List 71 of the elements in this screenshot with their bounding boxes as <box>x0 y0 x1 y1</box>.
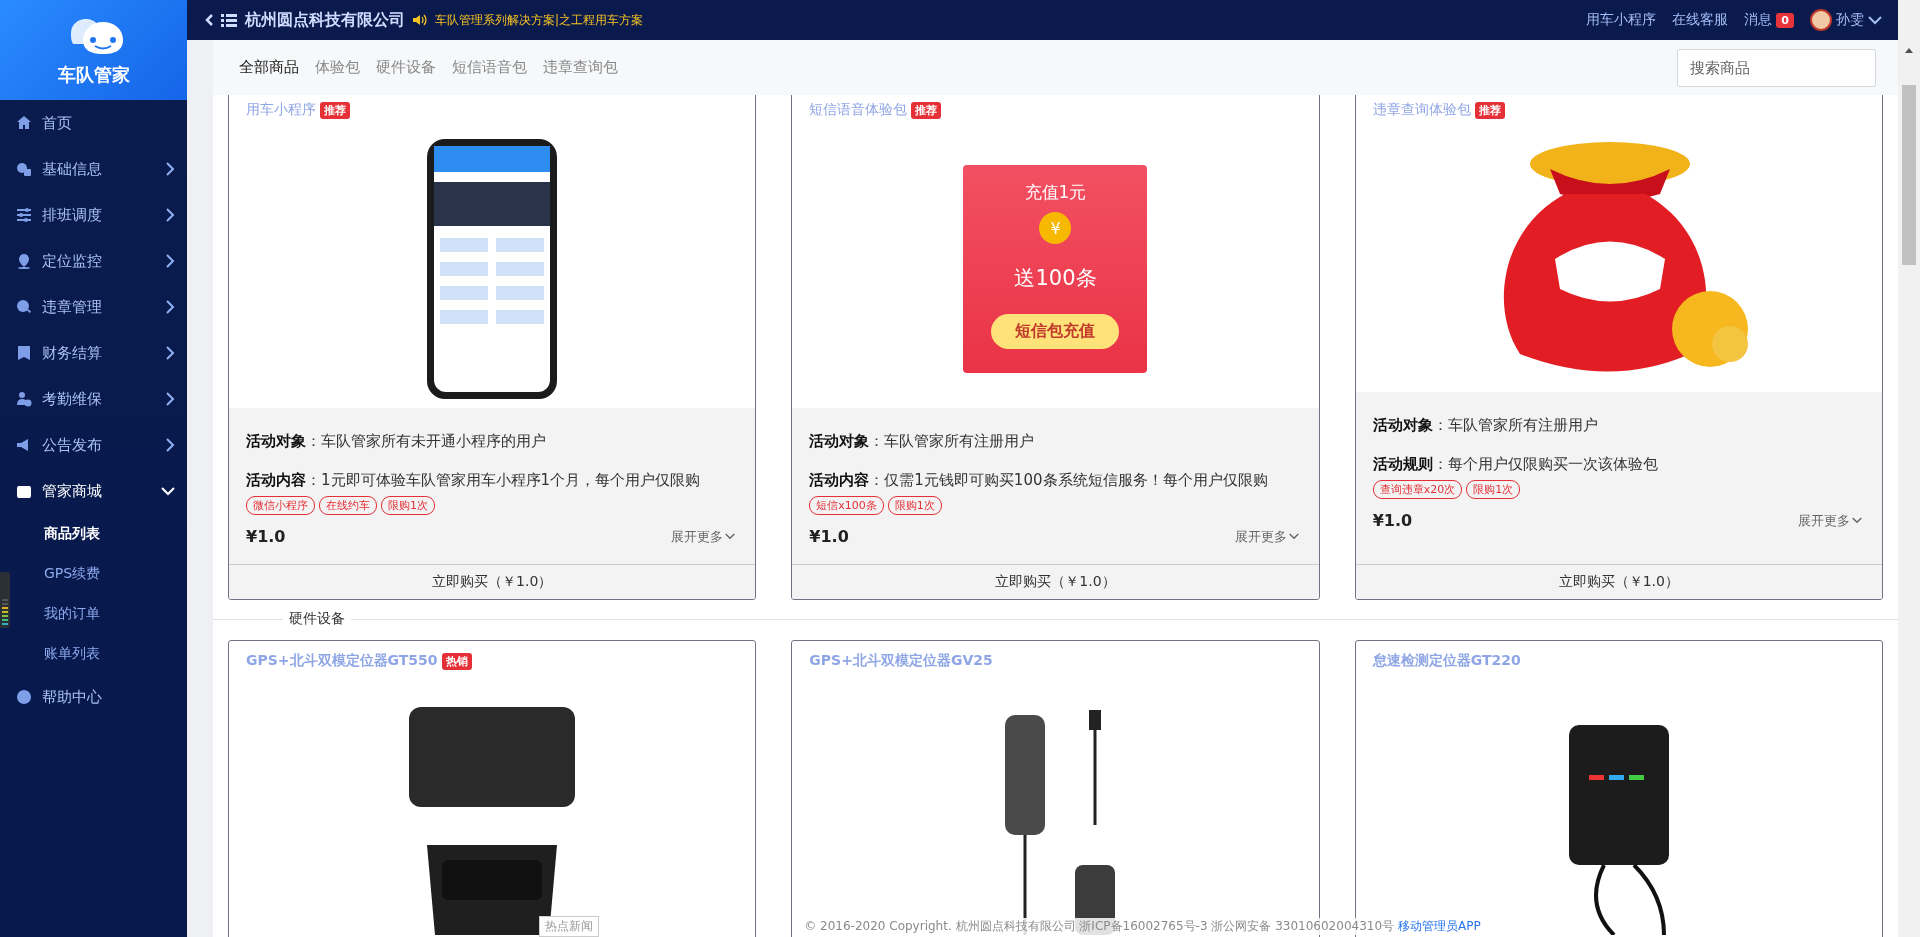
sidebar-item[interactable]: 排班调度 <box>0 192 187 238</box>
product-badge: 推荐 <box>1474 101 1505 119</box>
category-tab[interactable]: 硬件设备 <box>376 58 436 77</box>
product-tag: 微信小程序 <box>246 496 315 515</box>
level-meter-drawing[interactable] <box>0 572 10 628</box>
product-tag: 查询违章x20次 <box>1372 480 1463 499</box>
caret-icon <box>1868 15 1882 25</box>
buy-button[interactable]: 立即购买（￥1.0） <box>1355 564 1882 599</box>
sidebar-item[interactable]: 管家商城 <box>0 468 187 514</box>
product-tag: 短信x100条 <box>809 496 884 515</box>
product-badge: 推荐 <box>320 101 350 119</box>
company-name: 杭州圆点科技有限公司 <box>245 9 405 31</box>
message-count: 0 <box>1776 12 1794 28</box>
activity-detail: 活动对象：车队管家所有注册用户 <box>1372 416 1599 435</box>
receipt-icon <box>16 345 32 361</box>
submenu-item[interactable]: 我的订单 <box>44 594 100 634</box>
chevron-down-icon <box>1852 517 1862 524</box>
activity-detail: 活动内容：仅需1元钱即可购买100条系统短信服务！每个用户仅限购 <box>809 471 1269 490</box>
sidebar-item[interactable]: 基础信息 <box>0 146 187 192</box>
sidebar-item[interactable]: 定位监控 <box>0 238 187 284</box>
product-price: ¥1.0 <box>809 527 849 546</box>
sliders-icon <box>16 207 32 223</box>
search-field[interactable]: 搜索商品 <box>1677 48 1876 87</box>
activity-detail: 活动内容：1元即可体验车队管家用车小程序1个月，每个用户仅限购 <box>246 471 702 490</box>
sidebar-item[interactable]: 帮助中心 <box>0 674 187 720</box>
person-clock-icon <box>16 391 32 407</box>
product-tag: 限购1次 <box>381 496 435 515</box>
expand-more-link[interactable]: 展开更多 <box>1234 527 1299 546</box>
expand-more-link[interactable]: 展开更多 <box>1798 511 1862 530</box>
product-badge: 推荐 <box>911 101 942 119</box>
home-icon <box>16 115 32 131</box>
app-link[interactable]: 移动管理员APP <box>1398 918 1481 935</box>
product-tag: 在线约车 <box>319 496 377 515</box>
product-price: ¥1.0 <box>246 527 286 546</box>
sidebar-item[interactable]: 首页 <box>0 100 187 146</box>
activity-detail: 活动对象：车队管家所有未开通小程序的用户 <box>246 432 547 451</box>
sidebar-item[interactable]: 违章管理 <box>0 284 187 330</box>
copyright-text: © 2016-2020 Copyright. 杭州圆点科技有限公司 浙ICP备16002765号-3 浙公网安备 33010602004310号 <box>804 918 1395 935</box>
scrollbar-thumb[interactable] <box>1902 85 1916 265</box>
user-name[interactable]: 孙雯 <box>1836 11 1864 29</box>
submenu-item[interactable]: 账单列表 <box>44 634 100 674</box>
activity-detail: 活动对象：车队管家所有注册用户 <box>809 432 1036 451</box>
product-tag: 限购1次 <box>887 496 942 515</box>
activity-detail: 活动规则：每个用户仅限购买一次该体验包 <box>1372 455 1659 474</box>
sidebar-item[interactable]: 财务结算 <box>0 330 187 376</box>
list-icon[interactable] <box>221 13 237 27</box>
category-tab[interactable]: 全部商品 <box>239 58 299 77</box>
brand-name: 车队管家 <box>57 63 130 87</box>
buy-button[interactable]: 立即购买（￥1.0） <box>792 564 1319 599</box>
header-link[interactable]: 在线客服 <box>1672 11 1729 29</box>
submenu-item[interactable]: GPS续费 <box>44 554 101 594</box>
buy-button[interactable]: 立即购买（￥1.0） <box>229 564 756 599</box>
notice-text: 车队管理系列解决方案|之工程用车方案 <box>435 11 644 29</box>
avatar[interactable] <box>1810 9 1832 31</box>
product-price: ¥1.0 <box>1372 511 1413 530</box>
expand-more-link[interactable]: 展开更多 <box>671 527 736 546</box>
product-badge: 热销 <box>441 652 472 670</box>
envelope-drawing: 充值1元 ¥ 送100条 短信包充值 <box>963 165 1148 373</box>
sidebar-item[interactable]: 考勤维保 <box>0 376 187 422</box>
submenu-item[interactable]: 商品列表 <box>44 514 100 554</box>
product-tag: 限购1次 <box>1466 480 1521 499</box>
magnifier-icon <box>16 299 32 315</box>
messages-link[interactable]: 消息 <box>1744 11 1773 29</box>
chevron-down-icon <box>1288 533 1299 540</box>
speaker-icon <box>413 14 427 26</box>
section-title: 硬件设备 <box>288 610 346 628</box>
header-link[interactable]: 用车小程序 <box>1586 11 1657 29</box>
sidebar-item[interactable]: 公告发布 <box>0 422 187 468</box>
location-pin-icon <box>16 253 32 269</box>
chevron-down-icon <box>725 533 736 540</box>
scroll-up-icon[interactable] <box>1905 48 1913 53</box>
